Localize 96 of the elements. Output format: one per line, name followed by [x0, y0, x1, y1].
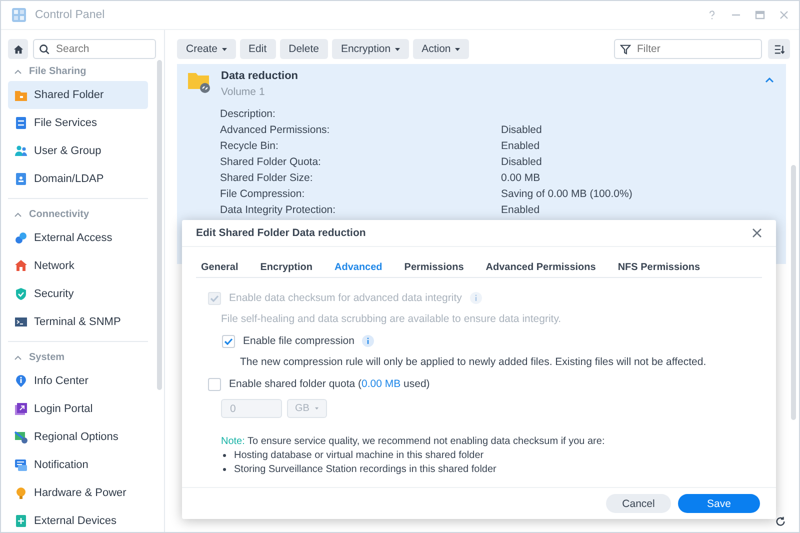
home-icon [12, 44, 24, 54]
folder-icon [187, 70, 211, 94]
property-value: Enabled [501, 204, 540, 216]
tab[interactable]: Advanced [329, 257, 388, 277]
checkmark-icon [210, 294, 219, 302]
checkbox[interactable] [222, 334, 235, 348]
save-button[interactable]: Save [678, 494, 760, 513]
caret-icon [394, 48, 400, 50]
toolbar-button[interactable]: Create [177, 39, 236, 59]
info-icon[interactable] [362, 335, 374, 347]
checkbox-label: Enable data checksum for advanced data integrity [229, 292, 462, 304]
checkbox-label: Enable file compression [243, 335, 354, 347]
dialog-title: Edit Shared Folder Data reduction [196, 227, 367, 239]
sort-icon [774, 44, 784, 54]
bullet-icon [223, 454, 226, 457]
property-label: Advanced Permissions: [220, 124, 330, 136]
caret-icon [222, 48, 227, 50]
toolbar-button[interactable]: Delete [280, 39, 328, 59]
sidebar-item[interactable]: External Access [8, 224, 148, 252]
app-icon [14, 402, 28, 416]
property-label: File Compression: [220, 188, 305, 200]
scrollbar[interactable] [157, 60, 162, 390]
section-label: Connectivity [29, 208, 90, 220]
sidebar-item[interactable]: External Devices [8, 507, 148, 532]
sidebar-item[interactable]: Regional Options [8, 423, 148, 451]
volume-label: Volume 1 [221, 86, 266, 98]
app-icon [14, 116, 28, 130]
property-label: Shared Folder Size: [220, 172, 313, 184]
hint-text: The new compression rule will only be applied to newly added files. Existing files will not be affected. [240, 356, 708, 370]
sidebar-item[interactable]: Hardware & Power [8, 479, 148, 507]
info-icon[interactable] [470, 292, 482, 304]
property-value: Disabled [501, 156, 542, 168]
sidebar-item[interactable]: Security [8, 280, 148, 308]
maximize-icon[interactable] [755, 10, 765, 20]
app-icon [14, 486, 28, 500]
section-label: File Sharing [29, 66, 86, 76]
tab[interactable]: Advanced Permissions [480, 257, 601, 277]
property-value: Saving of 0.00 MB (100.0%) [501, 188, 632, 200]
tab[interactable]: Permissions [399, 257, 469, 277]
sidebar-item[interactable]: Domain/LDAP [8, 165, 148, 193]
toolbar-button[interactable]: Edit [240, 39, 276, 59]
home-button[interactable] [8, 39, 28, 59]
property-value: Enabled [501, 140, 540, 152]
caret-icon [315, 407, 319, 410]
sort-button[interactable] [768, 39, 790, 59]
checkbox-label: Enable shared folder quota (0.00 MB used) [229, 378, 430, 390]
note-text: Note: To ensure service quality, we recommend not enabling data checksum if you are: [221, 436, 606, 447]
app-icon [14, 259, 28, 273]
cancel-button[interactable]: Cancel [606, 494, 671, 513]
tab[interactable]: Encryption [255, 257, 318, 277]
app-icon [14, 172, 28, 186]
app-icon [14, 315, 28, 329]
property-label: Recycle Bin: [220, 140, 278, 152]
app-icon [14, 287, 28, 301]
sidebar-item[interactable]: Login Portal [8, 395, 148, 423]
bullet-icon [223, 468, 226, 471]
sidebar-item[interactable]: Network [8, 252, 148, 280]
tab[interactable]: General [196, 257, 244, 277]
close-icon[interactable] [752, 228, 762, 238]
window-title: Control Panel [35, 9, 106, 21]
hint-text: File self-healing and data scrubbing are available to ensure data integrity. [221, 313, 562, 327]
app-icon [14, 144, 28, 158]
sidebar-item[interactable]: User & Group [8, 137, 148, 165]
search-field[interactable]: Search [33, 39, 156, 59]
sidebar-item[interactable]: Shared Folder [8, 81, 148, 109]
app-icon [14, 374, 28, 388]
checkmark-icon [224, 338, 233, 344]
sidebar-item[interactable]: Terminal & SNMP [8, 308, 148, 336]
sidebar-item[interactable]: Info Center [8, 367, 148, 395]
scrollbar[interactable] [791, 165, 796, 420]
refresh-icon[interactable] [775, 516, 786, 526]
help-icon[interactable] [707, 10, 717, 20]
app-icon [11, 7, 27, 23]
property-value: Disabled [501, 124, 542, 136]
bullet-text: Hosting database or virtual machine in this shared folder [234, 450, 484, 461]
app-icon [14, 88, 28, 102]
section-label: System [29, 352, 65, 362]
app-icon [14, 514, 28, 528]
filter-field[interactable]: Filter [614, 39, 762, 59]
property-label: Shared Folder Quota: [220, 156, 321, 168]
caret-icon [454, 48, 460, 50]
property-label: Description: [220, 108, 276, 120]
bullet-text: Storing Surveillance Station recordings in this shared folder [234, 464, 496, 475]
chevron-icon[interactable] [765, 77, 774, 83]
sidebar-item[interactable]: Notification [8, 451, 148, 479]
toolbar-button[interactable]: Action [412, 39, 469, 59]
toolbar-button[interactable]: Encryption [332, 39, 409, 59]
checkbox[interactable] [208, 378, 221, 390]
folder-name: Data reduction [221, 70, 300, 82]
app-icon [14, 458, 28, 472]
sidebar-item[interactable]: File Services [8, 109, 148, 137]
app-icon [14, 430, 28, 444]
tab[interactable]: NFS Permissions [612, 257, 706, 277]
property-label: Data Integrity Protection: [220, 204, 336, 216]
property-value: 0.00 MB [501, 172, 540, 184]
app-icon [14, 231, 28, 245]
